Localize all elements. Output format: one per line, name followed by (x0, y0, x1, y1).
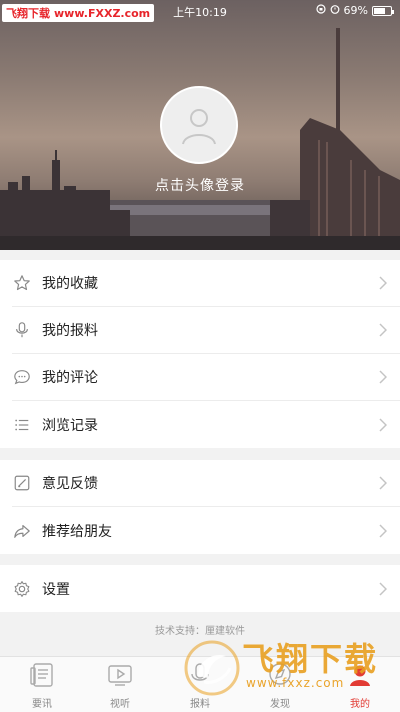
chevron-right-icon (378, 475, 388, 491)
tab-label: 要讯 (32, 699, 52, 710)
menu-item-history[interactable]: 浏览记录 (12, 401, 400, 448)
menu-item-label: 推荐给朋友 (42, 523, 112, 540)
battery-percent: 69% (343, 4, 368, 17)
rotation-lock-icon (315, 4, 326, 17)
tab-video[interactable]: 视听 (90, 661, 150, 711)
battery-fill (374, 7, 385, 14)
tech-support-text: 技术支持：厘建软件 (155, 626, 245, 637)
chevron-right-icon (378, 581, 388, 597)
tab-label: 发现 (270, 699, 290, 710)
status-bar: 飞翔下载 www.FXXZ.com 上午10:19 69% (0, 0, 400, 22)
menu-item-share[interactable]: 推荐给朋友 (12, 507, 400, 554)
star-icon (12, 273, 32, 293)
gear-icon (12, 579, 32, 599)
menu-group-settings: 设置 (0, 565, 400, 612)
menu-item-label: 我的报料 (42, 323, 98, 339)
share-icon (12, 521, 32, 541)
chevron-right-icon (378, 369, 388, 385)
microphone-icon (12, 320, 32, 340)
menu-item-feedback[interactable]: 意见反馈 (12, 460, 400, 507)
discover-icon (266, 661, 294, 693)
chevron-right-icon (378, 417, 388, 433)
edit-icon (12, 473, 32, 493)
menu-item-label: 设置 (42, 581, 70, 598)
menu-item-my-reports[interactable]: 我的报料 (12, 307, 400, 354)
menu-item-settings[interactable]: 设置 (12, 565, 400, 612)
tab-news[interactable]: 要讯 (12, 661, 72, 711)
login-prompt[interactable]: 点击头像登录 (0, 175, 400, 195)
list-icon (12, 415, 32, 435)
menu-item-label: 意见反馈 (42, 476, 98, 492)
menu-item-label: 我的收藏 (42, 276, 98, 292)
video-icon (106, 661, 134, 693)
tab-discover[interactable]: 发现 (250, 661, 310, 711)
menu-group-feedback: 意见反馈 推荐给朋友 (0, 460, 400, 554)
tab-label: 我的 (350, 699, 370, 710)
battery-icon (372, 5, 394, 16)
user-avatar-icon (182, 109, 216, 145)
tab-report[interactable]: 报料 (170, 661, 230, 711)
menu-item-my-comments[interactable]: 我的评论 (12, 354, 400, 401)
avatar[interactable] (160, 86, 238, 164)
tab-label: 报料 (190, 699, 210, 710)
bottom-tab-bar: 要讯 视听 报料 发现 我的 (0, 656, 400, 712)
menu-item-favorites[interactable]: 我的收藏 (12, 260, 400, 307)
chevron-right-icon (378, 523, 388, 539)
menu-group-primary: 我的收藏 我的报料 我的评论 浏览记录 (0, 260, 400, 448)
menu-item-label: 我的评论 (42, 370, 98, 386)
status-icons: 69% (315, 4, 394, 17)
tab-label: 视听 (110, 699, 130, 710)
report-icon (186, 661, 214, 693)
comment-icon (12, 367, 32, 387)
news-icon (28, 661, 56, 693)
alarm-icon (330, 4, 340, 17)
user-icon (346, 661, 374, 693)
profile-header: 飞翔下载 www.FXXZ.com 上午10:19 69% 点击头像登录 (0, 0, 400, 250)
tab-me[interactable]: 我的 (330, 661, 390, 711)
menu-item-label: 浏览记录 (42, 417, 98, 434)
chevron-right-icon (378, 322, 388, 338)
chevron-right-icon (378, 275, 388, 291)
